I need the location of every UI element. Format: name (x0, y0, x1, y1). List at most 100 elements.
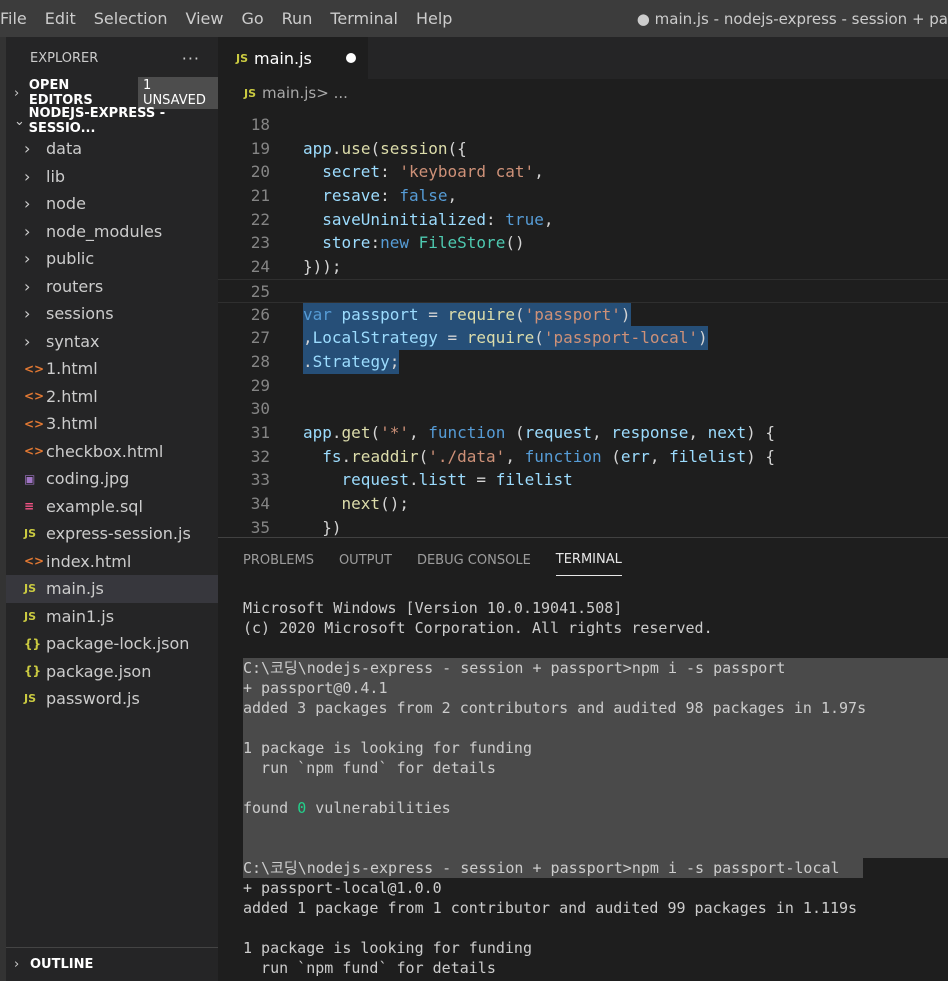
terminal-line (243, 778, 948, 798)
folder-item-syntax[interactable]: › syntax (6, 328, 218, 356)
json-file-icon: {} (24, 664, 42, 679)
code-token: filelist (495, 470, 573, 490)
js-file-icon: JS (24, 527, 37, 541)
code-token: . (303, 351, 313, 371)
folder-item-public[interactable]: › public (6, 245, 218, 273)
tree-item-label: syntax (46, 331, 100, 351)
breadcrumb-rest[interactable]: > ... (316, 84, 348, 102)
line-number: 28 (250, 351, 270, 371)
folder-item-lib[interactable]: › lib (6, 163, 218, 191)
menu-run[interactable]: Run (273, 0, 322, 37)
menu-selection[interactable]: Selection (85, 0, 177, 37)
html-file-icon: <> (24, 361, 45, 376)
code-line[interactable]: 30 (218, 397, 948, 421)
chevron-right-icon: › (14, 957, 20, 972)
code-token: ( (601, 446, 621, 466)
code-line[interactable]: 31 app.get('*', function (request, respon… (218, 421, 948, 445)
code-line[interactable]: 27 ,LocalStrategy = require('passport-loc… (218, 326, 948, 350)
panel-tab-output[interactable]: OUTPUT (339, 545, 392, 576)
code-line[interactable]: 29 (218, 374, 948, 398)
code-token: 'passport-local' (543, 328, 698, 348)
terminal-line: + passport-local@1.0.0 (243, 879, 442, 897)
line-number: 22 (250, 209, 270, 229)
tab-main-js[interactable]: JS main.js (218, 37, 368, 79)
file-item-express-session-js[interactable]: JS express-session.js (6, 520, 218, 548)
breadcrumb-file[interactable]: main.js (262, 84, 316, 102)
file-item-package-json[interactable]: {} package.json (6, 658, 218, 686)
code-line[interactable]: 32 fs.readdir('./data', function (err, f… (218, 445, 948, 469)
code-line[interactable]: 28 .Strategy; (218, 349, 948, 374)
folder-item-node-modules[interactable]: › node_modules (6, 218, 218, 246)
menu-help[interactable]: Help (407, 0, 461, 37)
code-token: err (620, 446, 650, 466)
code-line[interactable]: 34 next(); (218, 492, 948, 516)
file-item-1-html[interactable]: <> 1.html (6, 355, 218, 383)
panel-tab-problems[interactable]: PROBLEMS (243, 545, 314, 576)
code-line[interactable]: 21 resave: false, (218, 184, 948, 208)
code-token: ( (514, 304, 525, 324)
folder-item-node[interactable]: › node (6, 190, 218, 218)
terminal-line: + passport@0.4.1 (243, 678, 948, 698)
code-token: , (688, 422, 708, 442)
file-item-index-html[interactable]: <> index.html (6, 548, 218, 576)
panel-tab-terminal[interactable]: TERMINAL (555, 544, 622, 576)
code-token: , (505, 446, 525, 466)
code-line[interactable]: 23 store:new FileStore() (218, 231, 948, 255)
code-line[interactable]: 33 request.listt = filelist (218, 468, 948, 492)
project-section[interactable]: ⌄ NODEJS-EXPRESS - SESSIO... (6, 106, 218, 136)
folder-item-sessions[interactable]: › sessions (6, 300, 218, 328)
code-token: FileStore (418, 233, 506, 253)
file-item-2-html[interactable]: <> 2.html (6, 383, 218, 411)
code-token: session (380, 138, 448, 158)
menu-file[interactable]: File (0, 0, 36, 37)
menu-terminal[interactable]: Terminal (321, 0, 407, 37)
code-line[interactable]: 26 var passport = require('passport') (218, 302, 948, 327)
file-item-password-js[interactable]: JS password.js (6, 685, 218, 713)
code-token: , (534, 162, 544, 182)
code-line[interactable]: 24})); (218, 255, 948, 279)
chevron-right-icon: › (24, 139, 31, 159)
outline-section[interactable]: › OUTLINE (6, 947, 218, 981)
panel-tab-debug-console[interactable]: DEBUG CONSOLE (417, 545, 531, 576)
code-line[interactable]: 18 (218, 113, 948, 137)
menu-view[interactable]: View (177, 0, 233, 37)
code-line[interactable]: 20 secret: 'keyboard cat', (218, 160, 948, 184)
file-item-main-js[interactable]: JS main.js (6, 575, 218, 603)
line-number: 19 (250, 138, 270, 158)
file-item-3-html[interactable]: <> 3.html (6, 410, 218, 438)
file-item-package-lock-json[interactable]: {} package-lock.json (6, 630, 218, 658)
menu-edit[interactable]: Edit (36, 0, 85, 37)
code-token: request (524, 422, 593, 442)
code-token: . (331, 138, 342, 158)
code-token: ) (697, 328, 708, 348)
code-token: })); (303, 257, 342, 277)
folder-item-routers[interactable]: › routers (6, 273, 218, 301)
file-item-example-sql[interactable]: ≡ example.sql (6, 493, 218, 521)
code-token: function (428, 422, 506, 442)
terminal-output[interactable]: Microsoft Windows [Version 10.0.19041.50… (243, 598, 948, 978)
file-item-checkbox-html[interactable]: <> checkbox.html (6, 438, 218, 466)
unsaved-dot-icon[interactable] (346, 53, 356, 63)
js-file-icon: JS (236, 51, 249, 65)
tree-item-label: node_modules (46, 221, 163, 241)
line-number: 32 (250, 446, 270, 466)
line-number: 20 (250, 162, 270, 182)
tree-item-label: data (46, 139, 83, 159)
code-line[interactable]: 19 app.use(session({ (218, 137, 948, 161)
menu-go[interactable]: Go (232, 0, 272, 37)
code-line[interactable]: 22 saveUninitialized: true, (218, 208, 948, 232)
code-line[interactable]: 35 }) (218, 516, 948, 540)
terminal-line: C:\코딩\nodejs-express - session + passpor… (243, 858, 863, 878)
line-number: 23 (250, 233, 270, 253)
folder-item-data[interactable]: › data (6, 135, 218, 163)
tree-item-label: package.json (46, 661, 152, 681)
open-editors-section[interactable]: › OPEN EDITORS 1 UNSAVED (6, 77, 218, 109)
code-editor[interactable]: 18 19 app.use(session({20 secret: 'keyboar… (218, 107, 948, 543)
more-actions-icon[interactable]: ··· (182, 49, 200, 68)
code-token: = (466, 470, 496, 490)
file-item-main1-js[interactable]: JS main1.js (6, 603, 218, 631)
code-line[interactable]: 25 (218, 278, 948, 303)
file-item-coding-jpg[interactable]: ▣ coding.jpg (6, 465, 218, 493)
